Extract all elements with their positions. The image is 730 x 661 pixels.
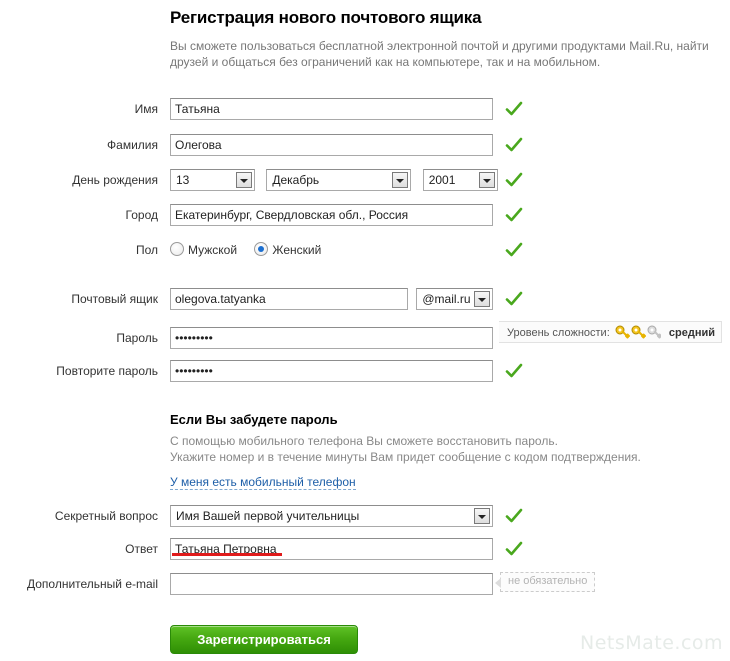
field-password [170, 327, 493, 349]
answer-input[interactable] [170, 538, 493, 560]
field-password-repeat [170, 360, 493, 382]
row-birthday: День рождения 13 Декабрь 2001 [0, 169, 730, 193]
row-first-name: Имя [0, 98, 730, 122]
last-name-input[interactable] [170, 134, 493, 156]
field-extra-email [170, 573, 493, 595]
page-title: Регистрация нового почтового ящика [170, 8, 482, 27]
field-mailbox: @mail.ru [170, 288, 494, 310]
field-answer [170, 538, 493, 560]
birthday-month-select[interactable]: Декабрь [266, 169, 412, 191]
secret-question-value: Имя Вашей первой учительницы [176, 509, 360, 523]
recovery-heading: Если Вы забудете пароль [170, 412, 338, 427]
valid-check-icon [505, 171, 523, 189]
gender-option-female[interactable]: Женский [254, 242, 321, 257]
field-gender: Мужской Женский [170, 239, 335, 257]
register-button[interactable]: Зарегистрироваться [170, 625, 358, 654]
mailbox-domain-select[interactable]: @mail.ru [416, 288, 494, 310]
label-birthday: День рождения [72, 173, 158, 187]
label-extra-email: Дополнительный e-mail [26, 577, 158, 591]
password-strength-indicator: Уровень сложности: средний [499, 321, 722, 343]
row-extra-email: Дополнительный e-mail [0, 573, 730, 597]
label-last-name: Фамилия [107, 138, 158, 152]
valid-check-icon [505, 290, 523, 308]
birthday-year-select[interactable]: 2001 [422, 169, 498, 191]
gender-option-male[interactable]: Мужской [170, 242, 237, 257]
chevron-down-icon [392, 172, 409, 188]
have-mobile-phone-link[interactable]: У меня есть мобильный телефон [170, 475, 356, 490]
valid-check-icon [505, 540, 523, 558]
label-city: Город [125, 208, 158, 222]
valid-check-icon [505, 136, 523, 154]
row-city: Город [0, 204, 730, 228]
birthday-day-value: 13 [176, 173, 190, 187]
gender-female-label: Женский [272, 243, 322, 257]
row-secret-question: Секретный вопрос Имя Вашей первой учител… [0, 505, 730, 529]
key-icons [615, 325, 662, 342]
chevron-down-icon [478, 172, 495, 188]
secret-question-select[interactable]: Имя Вашей первой учительницы [170, 505, 493, 527]
page-subtitle: Вы сможете пользоваться бесплатной элект… [170, 39, 709, 69]
password-input[interactable] [170, 327, 493, 349]
label-answer: Ответ [125, 542, 158, 556]
password-recovery-block: Если Вы забудете пароль С помощью мобиль… [170, 412, 690, 490]
gender-male-label: Мужской [188, 243, 238, 257]
row-gender: Пол Мужской Женский [0, 239, 730, 263]
birthday-month-value: Декабрь [272, 173, 320, 187]
valid-check-icon [505, 100, 523, 118]
row-mailbox: Почтовый ящик @mail.ru [0, 288, 730, 312]
first-name-input[interactable] [170, 98, 493, 120]
password-strength-level: средний [668, 327, 715, 339]
radio-female-icon [254, 242, 269, 256]
password-repeat-input[interactable] [170, 360, 493, 382]
field-city [170, 204, 493, 226]
field-last-name [170, 134, 493, 156]
chevron-down-icon [474, 508, 490, 524]
chevron-down-icon [474, 291, 491, 307]
extra-email-input[interactable] [170, 573, 493, 595]
label-secret-question: Секретный вопрос [54, 509, 158, 523]
field-birthday: 13 Декабрь 2001 [170, 169, 498, 191]
registration-page: Регистрация нового почтового ящика Вы см… [0, 0, 730, 661]
row-last-name: Фамилия [0, 134, 730, 158]
recovery-line-2: Укажите номер и в течение минуты Вам при… [170, 450, 641, 464]
mailbox-domain-value: @mail.ru [422, 292, 471, 306]
password-strength-label: Уровень сложности: [507, 327, 610, 339]
field-first-name [170, 98, 493, 120]
valid-check-icon [505, 362, 523, 380]
label-password: Пароль [116, 331, 158, 345]
radio-male-icon [170, 242, 184, 256]
row-answer: Ответ [0, 538, 730, 562]
recovery-line-1: С помощью мобильного телефона Вы сможете… [170, 434, 558, 448]
field-secret-question: Имя Вашей первой учительницы [170, 505, 493, 527]
label-password-repeat: Повторите пароль [56, 364, 158, 378]
label-mailbox: Почтовый ящик [71, 292, 158, 306]
answer-annotation-underline [172, 553, 282, 556]
page-header: Регистрация нового почтового ящика Вы см… [170, 8, 710, 70]
valid-check-icon [505, 241, 523, 259]
valid-check-icon [505, 507, 523, 525]
row-password-repeat: Повторите пароль [0, 360, 730, 384]
optional-field-tooltip: не обязательно [494, 572, 596, 592]
mailbox-name-input[interactable] [170, 288, 408, 310]
label-gender: Пол [135, 243, 158, 257]
city-input[interactable] [170, 204, 493, 226]
watermark: NetsMate.com [580, 632, 724, 654]
chevron-down-icon [236, 172, 252, 188]
label-first-name: Имя [134, 102, 158, 116]
birthday-year-value: 2001 [428, 173, 456, 187]
birthday-day-select[interactable]: 13 [170, 169, 255, 191]
valid-check-icon [505, 206, 523, 224]
